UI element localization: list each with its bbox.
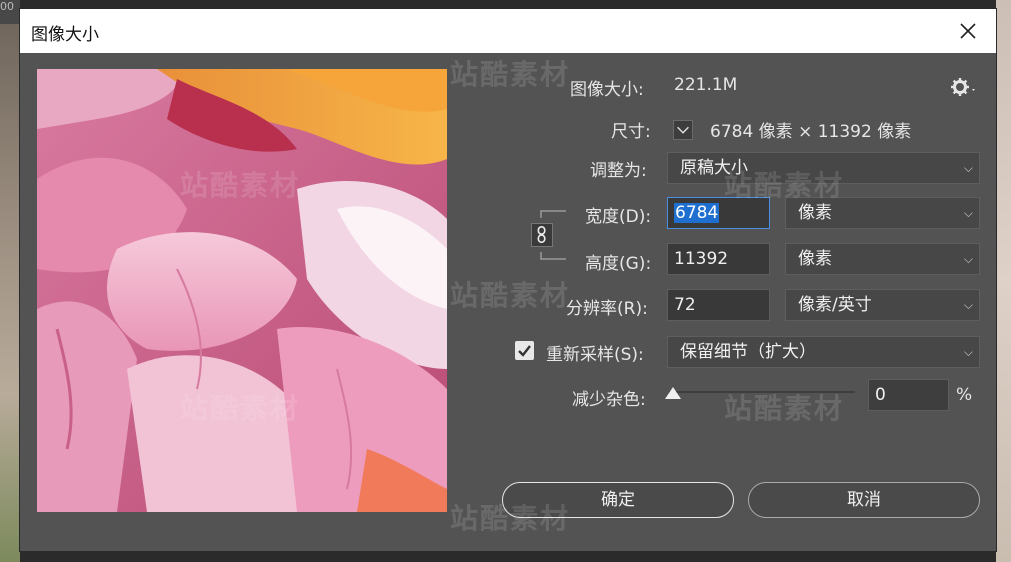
height-unit-value: 像素 [798, 249, 832, 269]
resolution-input[interactable]: 72 [667, 289, 770, 321]
width-unit-select[interactable]: 像素 ⌵ [785, 197, 980, 229]
ok-button-label: 确定 [601, 490, 635, 510]
watermark: 站酷素材 [724, 392, 845, 425]
watermark: 站酷素材 [450, 279, 571, 312]
dialog-titlebar: 图像大小 [20, 9, 996, 53]
width-input[interactable]: 6784 [667, 197, 770, 229]
dimensions-value: 6784 像素 × 11392 像素 [710, 122, 912, 142]
background-canvas-left [0, 0, 20, 562]
reduce-noise-slider-track[interactable] [669, 391, 855, 393]
fit-to-value: 原稿大小 [680, 158, 748, 178]
resample-select[interactable]: 保留细节（扩大） ⌵ [667, 336, 980, 368]
dimensions-unit-dropdown[interactable] [673, 120, 693, 140]
dimensions-label: 尺寸: [611, 122, 651, 142]
width-unit-value: 像素 [798, 203, 832, 223]
cancel-button[interactable]: 取消 [748, 482, 980, 518]
resolution-unit-value: 像素/英寸 [798, 295, 872, 315]
dialog-title: 图像大小 [31, 25, 99, 45]
width-label: 宽度(D): [585, 207, 652, 227]
background-tab: 00 [0, 0, 20, 24]
height-value: 11392 [674, 249, 729, 269]
image-size-label: 图像大小: [570, 80, 644, 100]
chevron-down-icon: ⌵ [963, 345, 973, 359]
image-preview[interactable] [37, 69, 447, 512]
background-canvas-right [996, 0, 1011, 562]
fit-to-select[interactable]: 原稿大小 ⌵ [667, 152, 980, 184]
chevron-down-icon [677, 126, 689, 134]
ok-button[interactable]: 确定 [502, 482, 734, 518]
gear-icon [951, 78, 975, 96]
resolution-label: 分辨率(R): [566, 299, 648, 319]
watermark: 站酷素材 [450, 58, 571, 91]
resolution-value: 72 [674, 295, 696, 315]
fit-to-label: 调整为: [590, 161, 647, 181]
reduce-noise-unit: % [956, 385, 973, 405]
constrain-proportions-button[interactable] [531, 223, 553, 247]
link-icon [537, 226, 546, 244]
checkmark-icon [518, 345, 531, 357]
reduce-noise-input[interactable]: 0 [868, 379, 949, 411]
image-size-dialog: 图像大小 图像大小: 221.1M 尺寸: 6784 像素 × 11392 像素… [20, 9, 996, 551]
resample-value: 保留细节（扩大） [680, 342, 816, 362]
resample-label: 重新采样(S): [546, 345, 644, 365]
background-tab-text: 00 [0, 0, 14, 13]
reduce-noise-value: 0 [875, 385, 886, 405]
chevron-down-icon: ⌵ [963, 252, 973, 266]
preview-image [37, 69, 447, 512]
chevron-down-icon: ⌵ [963, 298, 973, 312]
height-input[interactable]: 11392 [667, 243, 770, 275]
width-value: 6784 [674, 203, 720, 223]
reduce-noise-label: 减少杂色: [572, 390, 646, 410]
image-size-value: 221.1M [674, 75, 738, 95]
chevron-down-icon: ⌵ [963, 206, 973, 220]
resample-checkbox[interactable] [515, 341, 534, 360]
chevron-down-icon: ⌵ [963, 161, 973, 175]
cancel-button-label: 取消 [847, 490, 881, 510]
close-button[interactable] [954, 17, 982, 45]
close-icon [960, 23, 976, 39]
height-label: 高度(G): [585, 254, 652, 274]
reduce-noise-slider-thumb[interactable] [665, 387, 681, 399]
height-unit-select[interactable]: 像素 ⌵ [785, 243, 980, 275]
settings-gear-button[interactable] [950, 77, 980, 97]
resolution-unit-select[interactable]: 像素/英寸 ⌵ [785, 289, 980, 321]
